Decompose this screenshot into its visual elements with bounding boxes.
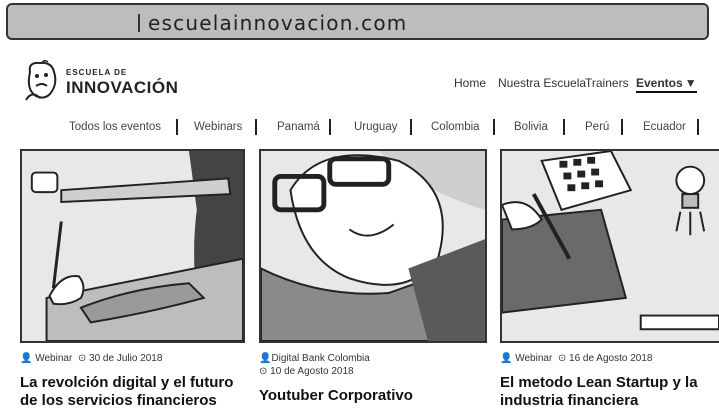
filter-separator [697, 119, 699, 135]
event-image[interactable] [20, 149, 245, 343]
illustration-calculator-lightbulb [502, 151, 719, 341]
event-card[interactable]: 👤 Webinar ⊙ 30 de Julio 2018 La revolció… [20, 149, 245, 410]
event-title[interactable]: El metodo Lean Startup y la industria fi… [500, 374, 719, 410]
filter-separator [493, 119, 495, 135]
filter-panama[interactable]: Panamá [277, 121, 320, 133]
event-title[interactable]: La revolción digital y el futuro de los … [20, 374, 245, 410]
event-card[interactable]: 👤Digital Bank Colombia ⊙ 10 de Agosto 20… [259, 149, 487, 405]
chevron-down-icon: ▼ [684, 76, 697, 90]
address-bar[interactable]: escuelainnovacion.com [6, 3, 709, 40]
event-date: ⊙ 16 de Agosto 2018 [557, 353, 653, 364]
event-date: ⊙ 10 de Agosto 2018 [259, 366, 354, 377]
nav-eventos-label: Eventos [636, 76, 683, 90]
main-nav: Home Nuestra Escuela Trainers Eventos ▼ [0, 76, 719, 93]
filter-separator [563, 119, 565, 135]
nav-trainers[interactable]: Trainers [585, 76, 629, 90]
filter-peru[interactable]: Perú [585, 121, 609, 133]
filter-todos[interactable]: Todos los eventos [69, 121, 161, 133]
filter-uruguay[interactable]: Uruguay [354, 121, 397, 133]
url-text: escuelainnovacion.com [148, 11, 408, 35]
filter-separator [410, 119, 412, 135]
event-image[interactable] [259, 149, 487, 343]
filter-separator [329, 119, 331, 135]
event-title[interactable]: Youtuber Corporativo [259, 387, 487, 405]
illustration-writing-hand [22, 151, 243, 341]
filter-webinars[interactable]: Webinars [194, 121, 242, 133]
event-card[interactable]: 👤 Webinar ⊙ 16 de Agosto 2018 El metodo … [500, 149, 719, 410]
nav-nuestra-escuela[interactable]: Nuestra Escuela [498, 76, 586, 90]
event-image[interactable] [500, 149, 719, 343]
filter-ecuador[interactable]: Ecuador [643, 121, 686, 133]
illustration-glasses-person [261, 151, 485, 341]
text-cursor [138, 14, 140, 32]
nav-eventos[interactable]: Eventos ▼ [636, 76, 697, 93]
event-date: ⊙ 30 de Julio 2018 [77, 353, 163, 364]
filter-bolivia[interactable]: Bolivia [514, 121, 548, 133]
filter-separator [255, 119, 257, 135]
event-type: 👤 Webinar [20, 353, 73, 364]
event-type: 👤 Webinar [500, 353, 553, 364]
filter-colombia[interactable]: Colombia [431, 121, 480, 133]
event-filters: Todos los eventos Webinars Panamá Urugua… [0, 119, 719, 137]
nav-home[interactable]: Home [454, 76, 486, 90]
filter-separator [621, 119, 623, 135]
filter-separator [176, 119, 178, 135]
event-type: 👤Digital Bank Colombia [259, 353, 370, 364]
